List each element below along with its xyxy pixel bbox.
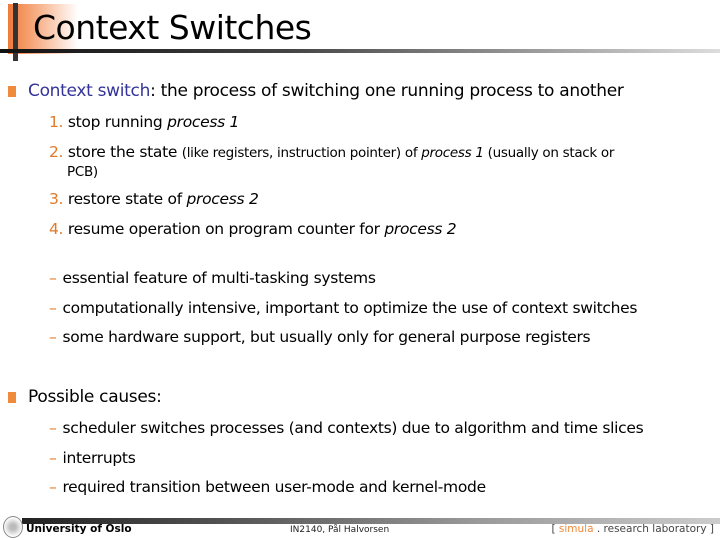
footer-course: IN2140, Pål Halvorsen: [290, 525, 390, 535]
note-text: required transition between user-mode an…: [62, 478, 486, 496]
bullet-text: : the process of switching one running p…: [150, 81, 624, 101]
dash-icon: –: [49, 299, 57, 317]
footer-lab-logo: [ simula . research laboratory ]: [551, 523, 714, 535]
bullet-square-icon: [8, 392, 16, 403]
step-italic: process 1: [421, 145, 484, 161]
step-italic: process 2: [186, 190, 259, 208]
bullet-context-switch: Context switch: the process of switching…: [28, 80, 624, 102]
lab-rest: . research laboratory ]: [593, 523, 714, 535]
dash-icon: –: [49, 449, 57, 467]
footer-institution: University of Oslo: [26, 523, 132, 535]
step-2: 2. store the state (like registers, inst…: [49, 142, 614, 163]
dash-icon: –: [49, 269, 57, 287]
step-small-text: (like registers, instruction pointer) of: [181, 145, 422, 161]
note-item: – scheduler switches processes (and conte…: [49, 418, 644, 438]
note-text: scheduler switches processes (and contex…: [62, 419, 644, 437]
note-item: – required transition between user-mode a…: [49, 477, 486, 497]
step-4: 4. resume operation on program counter f…: [49, 219, 457, 239]
note-text: computationally intensive, important to …: [62, 299, 638, 317]
step-italic: process 1: [167, 113, 240, 131]
university-seal-icon: [3, 516, 23, 538]
note-text: essential feature of multi-tasking syste…: [62, 269, 376, 287]
step-italic: process 2: [384, 220, 457, 238]
bullet-possible-causes: Possible causes:: [28, 387, 162, 407]
lab-brand: simula: [558, 523, 594, 535]
dash-icon: –: [49, 328, 57, 346]
note-item: – computationally intensive, important to…: [49, 298, 637, 318]
step-text: stop running: [67, 113, 168, 131]
note-item: – interrupts: [49, 448, 136, 468]
step-text: restore state of: [67, 190, 187, 208]
step-number: 1.: [49, 113, 64, 131]
step-text: resume operation on program counter for: [67, 220, 385, 238]
lab-bracket-open: [: [551, 523, 559, 535]
note-text: some hardware support, but usually only …: [62, 328, 591, 346]
step-3: 3. restore state of process 2: [49, 189, 259, 209]
step-text: store the state: [67, 143, 182, 161]
term-context-switch: Context switch: [28, 81, 151, 101]
dash-icon: –: [49, 478, 57, 496]
step-number: 2.: [49, 143, 64, 161]
step-1: 1. stop running process 1: [49, 112, 239, 132]
step-number: 4.: [49, 220, 64, 238]
slide-title: Context Switches: [33, 8, 312, 47]
dash-icon: –: [49, 419, 57, 437]
step-2-continuation: PCB): [67, 164, 98, 180]
title-underline: [0, 49, 720, 53]
step-tail: (usually on stack or: [483, 145, 615, 161]
note-item: – some hardware support, but usually only…: [49, 327, 591, 347]
note-text: interrupts: [62, 449, 136, 467]
step-number: 3.: [49, 190, 64, 208]
bullet-square-icon: [8, 86, 16, 97]
note-item: – essential feature of multi-tasking syst…: [49, 268, 376, 288]
